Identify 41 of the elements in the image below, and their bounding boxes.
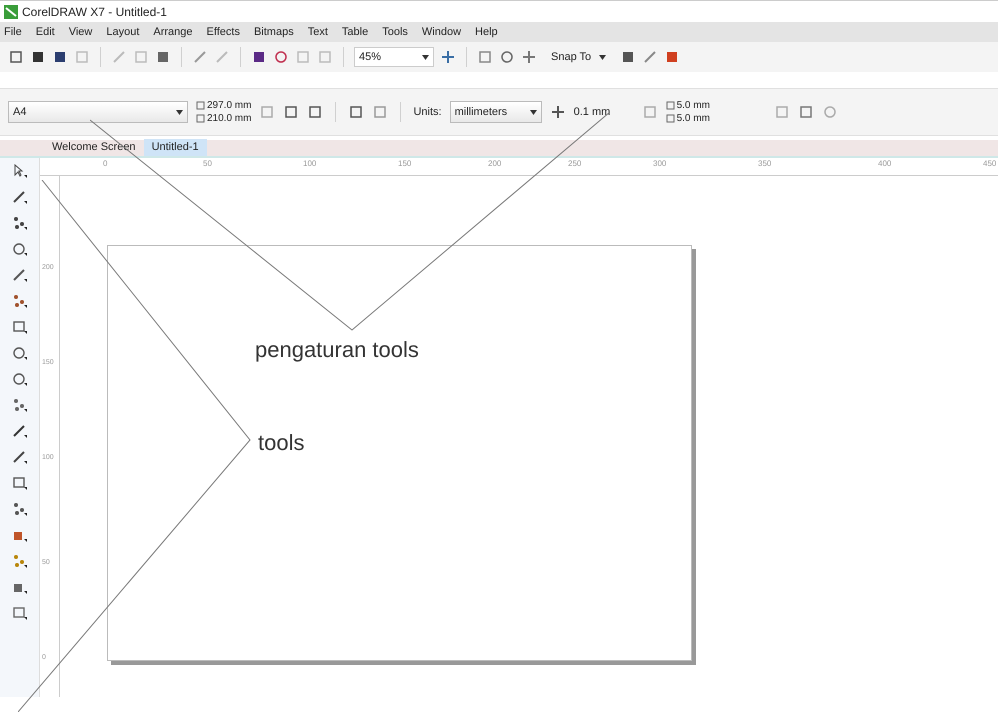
menu-item[interactable]: Effects <box>206 24 240 40</box>
ruler-label: 350 <box>758 158 772 170</box>
menu-item[interactable]: Text <box>308 24 328 40</box>
ruler-label: 50 <box>203 158 212 170</box>
paper-size-dropdown[interactable]: A4 <box>8 101 188 123</box>
duplicate-x-field[interactable]: 5.0 mm <box>676 99 710 112</box>
caret-icon <box>530 110 537 114</box>
ruler-label: 0 <box>103 158 108 170</box>
ruler-label: 400 <box>878 158 892 170</box>
units-label: Units: <box>413 104 442 120</box>
window-title: CorelDRAW X7 - Untitled-1 <box>22 4 167 20</box>
menu-item[interactable]: Help <box>475 24 498 40</box>
menu-item[interactable]: File <box>4 24 22 40</box>
ruler-label: 150 <box>398 158 412 170</box>
ruler-label: 250 <box>568 158 582 170</box>
menu-item[interactable]: Arrange <box>153 24 193 40</box>
ruler-label: 200 <box>488 158 502 170</box>
document-tab[interactable]: Untitled-1 <box>144 139 207 156</box>
zoom-dropdown[interactable]: 45% <box>354 47 434 67</box>
caret-icon <box>599 54 606 60</box>
menu-item[interactable]: Layout <box>106 24 140 40</box>
menu-item[interactable]: Edit <box>36 24 55 40</box>
caret-icon <box>422 54 429 60</box>
ruler-label: 100 <box>303 158 316 170</box>
units-dropdown[interactable]: millimeters <box>450 101 542 123</box>
duplicate-y-field[interactable]: 5.0 mm <box>676 112 710 125</box>
menu-item[interactable]: Table <box>342 24 368 40</box>
menu-item[interactable]: Window <box>422 24 462 40</box>
nudge-distance-field[interactable]: 0.1 mm <box>574 104 634 120</box>
ruler-label: 300 <box>653 158 666 170</box>
app-logo-icon <box>4 4 18 18</box>
annotation-label: pengaturan tools <box>255 336 419 364</box>
ruler-label: 450 <box>983 158 996 170</box>
annotation-label: tools <box>258 429 304 457</box>
menu-item[interactable]: Tools <box>382 24 408 40</box>
menu-item[interactable]: View <box>68 24 92 40</box>
snap-to-button[interactable]: Snap To <box>543 47 614 67</box>
menu-item[interactable]: Bitmaps <box>254 24 294 40</box>
page-width-field[interactable]: 297.0 mm <box>207 99 252 112</box>
caret-icon <box>176 110 183 114</box>
page-height-field[interactable]: 210.0 mm <box>207 112 252 125</box>
